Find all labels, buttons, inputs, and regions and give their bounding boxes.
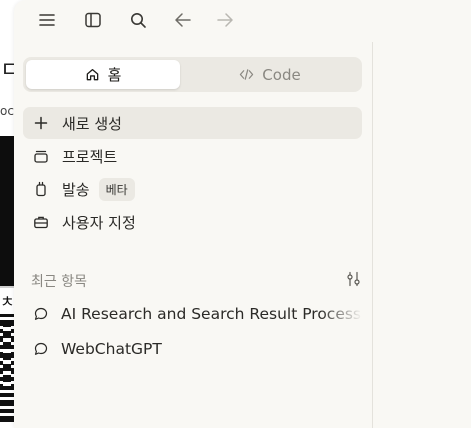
code-icon <box>240 69 254 80</box>
menu-icon <box>39 14 55 26</box>
list-item-title: AI Research and Search Result Processing <box>61 305 362 323</box>
toolbar <box>14 0 274 40</box>
mode-switch: 홈 Code <box>23 57 362 92</box>
recents-label: 최근 항목 <box>31 274 87 290</box>
phone-icon <box>32 180 50 198</box>
panel-divider <box>372 42 373 428</box>
background-dark-region <box>0 136 14 286</box>
list-item[interactable]: WebChatGPT <box>23 334 362 364</box>
list-item[interactable]: AI Research and Search Result Processing <box>23 299 362 329</box>
tab-home[interactable]: 홈 <box>26 60 180 89</box>
list-item-title: WebChatGPT <box>61 340 162 358</box>
sidebar-item-dispatch[interactable]: 발송 베타 <box>23 173 362 205</box>
new-chat-label: 새로 생성 <box>62 114 122 133</box>
filter-icon[interactable] <box>346 271 362 291</box>
background-glyph: ㄷ <box>0 58 14 83</box>
chat-bubble-icon <box>32 305 50 323</box>
sidebar-item-projects[interactable]: 프로젝트 <box>23 140 362 172</box>
arrow-left-icon <box>175 13 191 27</box>
tab-code[interactable]: Code <box>193 60 347 89</box>
projects-label: 프로젝트 <box>62 147 118 166</box>
arrow-right-icon <box>217 13 233 27</box>
background-window: ㄷ oc ㅊ <box>0 0 14 428</box>
background-symbol: ㅊ <box>0 292 14 311</box>
tab-home-label: 홈 <box>107 66 122 84</box>
back-button[interactable] <box>170 7 196 33</box>
sidebar-panel: 홈 Code 새로 생성 프로젝트 발송 베타 사용자 지정 최근 항목 AI … <box>14 0 471 428</box>
dispatch-label: 발송 <box>62 180 90 199</box>
customize-label: 사용자 지정 <box>62 213 136 232</box>
background-text-fragment: oc <box>0 104 14 118</box>
beta-badge: 베타 <box>98 177 135 201</box>
sidebar-item-customize[interactable]: 사용자 지정 <box>23 206 362 238</box>
search-button[interactable] <box>125 7 151 33</box>
tab-code-label: Code <box>262 65 301 84</box>
forward-button[interactable] <box>212 7 238 33</box>
sidebar-toggle-icon <box>85 12 101 28</box>
recents-header: 최근 항목 <box>31 270 362 292</box>
background-qr-fragment <box>0 314 14 422</box>
sidebar-toggle-button[interactable] <box>80 7 106 33</box>
menu-button[interactable] <box>34 7 60 33</box>
chat-bubble-icon <box>32 340 50 358</box>
new-chat-button[interactable]: 새로 생성 <box>23 107 362 139</box>
briefcase-icon <box>32 213 50 231</box>
search-icon <box>131 13 146 28</box>
folder-stack-icon <box>32 147 50 165</box>
home-icon <box>86 68 98 81</box>
plus-icon <box>32 114 50 132</box>
